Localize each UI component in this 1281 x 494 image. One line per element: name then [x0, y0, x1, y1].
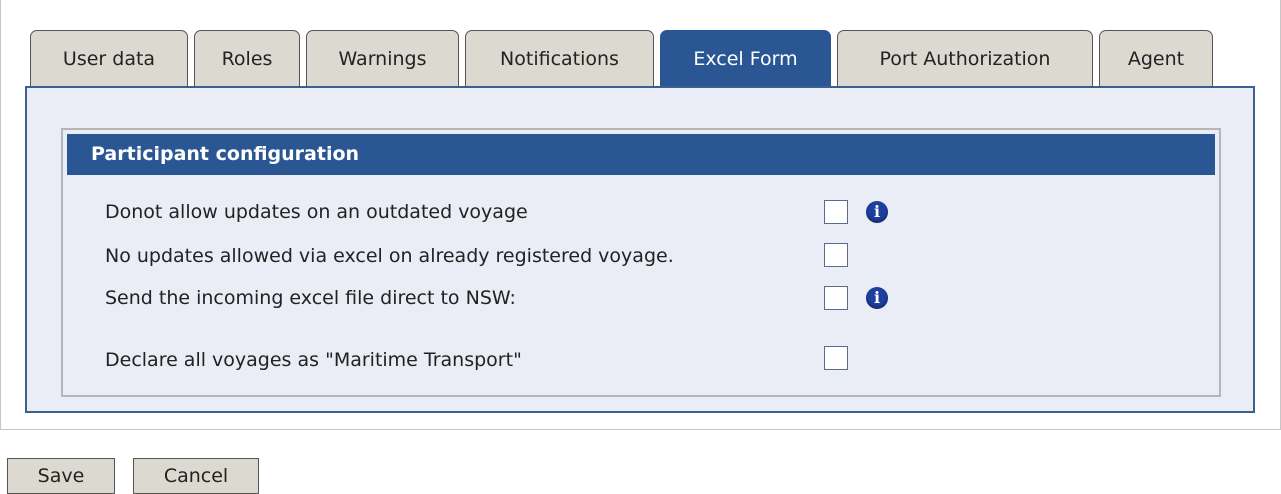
- registered-voyage-checkbox[interactable]: [824, 243, 848, 267]
- option-label-outdated-voyage: Donot allow updates on an outdated voyag…: [105, 201, 528, 223]
- tab-roles[interactable]: Roles: [194, 30, 300, 87]
- tab-panel-excel-form: Participant configuration Donot allow up…: [25, 86, 1255, 413]
- outdated-voyage-checkbox[interactable]: [824, 200, 848, 224]
- info-icon[interactable]: i: [866, 201, 888, 223]
- cancel-button[interactable]: Cancel: [133, 458, 259, 494]
- tab-agent[interactable]: Agent: [1099, 30, 1213, 87]
- maritime-transport-checkbox[interactable]: [824, 346, 848, 370]
- tab-port-authorization[interactable]: Port Authorization: [837, 30, 1093, 87]
- tab-notifications[interactable]: Notifications: [465, 30, 654, 87]
- send-to-nsw-checkbox[interactable]: [824, 286, 848, 310]
- option-label-maritime-transport: Declare all voyages as "Maritime Transpo…: [105, 349, 522, 371]
- tab-warnings[interactable]: Warnings: [306, 30, 459, 87]
- info-icon[interactable]: i: [866, 287, 888, 309]
- save-button[interactable]: Save: [7, 458, 115, 494]
- settings-container: User data Roles Warnings Notifications E…: [0, 0, 1281, 430]
- option-label-send-to-nsw: Send the incoming excel file direct to N…: [105, 287, 516, 309]
- tab-user-data[interactable]: User data: [30, 30, 188, 87]
- option-label-registered-voyage: No updates allowed via excel on already …: [105, 245, 674, 267]
- tab-excel-form[interactable]: Excel Form: [660, 30, 831, 88]
- participant-configuration-section: Participant configuration Donot allow up…: [61, 128, 1221, 397]
- section-title: Participant configuration: [67, 134, 1215, 175]
